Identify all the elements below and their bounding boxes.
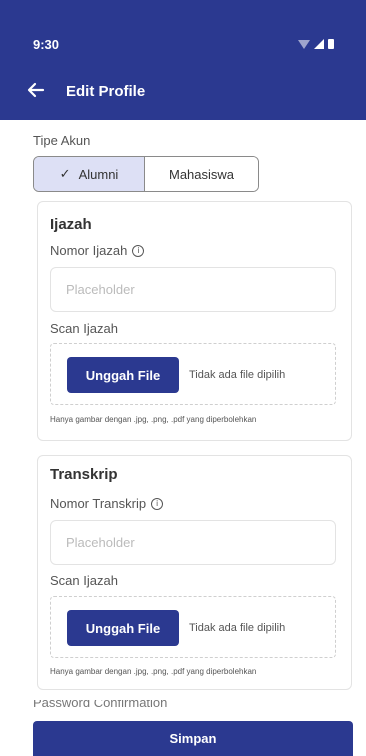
ijazah-number-input[interactable]: Placeholder bbox=[50, 267, 336, 312]
status-icons bbox=[298, 39, 334, 49]
field-label-text: Nomor Transkrip bbox=[50, 496, 147, 511]
peek-label-text: Password Confirmation bbox=[33, 700, 168, 708]
app-bar: 9:30 Edit Profile bbox=[0, 0, 366, 120]
transkrip-helper-text: Hanya gambar dengan .jpg, .png, .pdf yan… bbox=[50, 667, 257, 676]
transkrip-card: Transkrip Nomor Transkrip i Placeholder … bbox=[37, 455, 352, 690]
ijazah-helper-text: Hanya gambar dengan .jpg, .png, .pdf yan… bbox=[50, 415, 257, 424]
account-type-label: Tipe Akun bbox=[33, 133, 91, 148]
account-type-option-alumni[interactable]: ✓ Alumni bbox=[34, 157, 145, 191]
account-type-option-mahasiswa[interactable]: Mahasiswa bbox=[145, 157, 258, 191]
ijazah-title: Ijazah bbox=[50, 216, 92, 233]
transkrip-no-file-text: Tidak ada file dipilih bbox=[189, 622, 286, 634]
transkrip-upload-button[interactable]: Unggah File bbox=[67, 610, 179, 646]
ijazah-number-label: Nomor Ijazah i bbox=[50, 243, 145, 258]
transkrip-scan-label: Scan Ijazah bbox=[50, 573, 118, 588]
ijazah-card: Ijazah Nomor Ijazah i Placeholder Scan I… bbox=[37, 201, 352, 441]
signal-icon bbox=[314, 39, 324, 49]
transkrip-number-label: Nomor Transkrip i bbox=[50, 496, 164, 511]
account-type-toggle: ✓ Alumni Mahasiswa bbox=[33, 156, 259, 192]
page-title: Edit Profile bbox=[66, 83, 146, 100]
ijazah-scan-label: Scan Ijazah bbox=[50, 321, 118, 336]
wifi-icon bbox=[298, 40, 310, 49]
option-label: Alumni bbox=[78, 166, 119, 182]
option-label: Mahasiswa bbox=[168, 166, 235, 182]
save-button[interactable]: Simpan bbox=[33, 721, 353, 756]
field-label-text: Nomor Ijazah bbox=[50, 243, 128, 258]
ijazah-upload-button[interactable]: Unggah File bbox=[67, 357, 179, 393]
transkrip-file-dropzone[interactable]: Unggah File Tidak ada file dipilih bbox=[50, 596, 336, 658]
status-time: 9:30 bbox=[33, 37, 60, 52]
info-icon[interactable]: i bbox=[132, 244, 145, 257]
ijazah-file-dropzone[interactable]: Unggah File Tidak ada file dipilih bbox=[50, 343, 336, 405]
check-icon: ✓ bbox=[59, 166, 71, 181]
arrow-left-icon[interactable] bbox=[26, 80, 46, 100]
password-confirmation-label: Password Confirmation bbox=[33, 700, 233, 708]
info-icon[interactable]: i bbox=[151, 497, 164, 510]
ijazah-no-file-text: Tidak ada file dipilih bbox=[189, 369, 286, 381]
transkrip-title: Transkrip bbox=[50, 466, 118, 483]
transkrip-number-input[interactable]: Placeholder bbox=[50, 520, 336, 565]
battery-icon bbox=[328, 39, 334, 49]
